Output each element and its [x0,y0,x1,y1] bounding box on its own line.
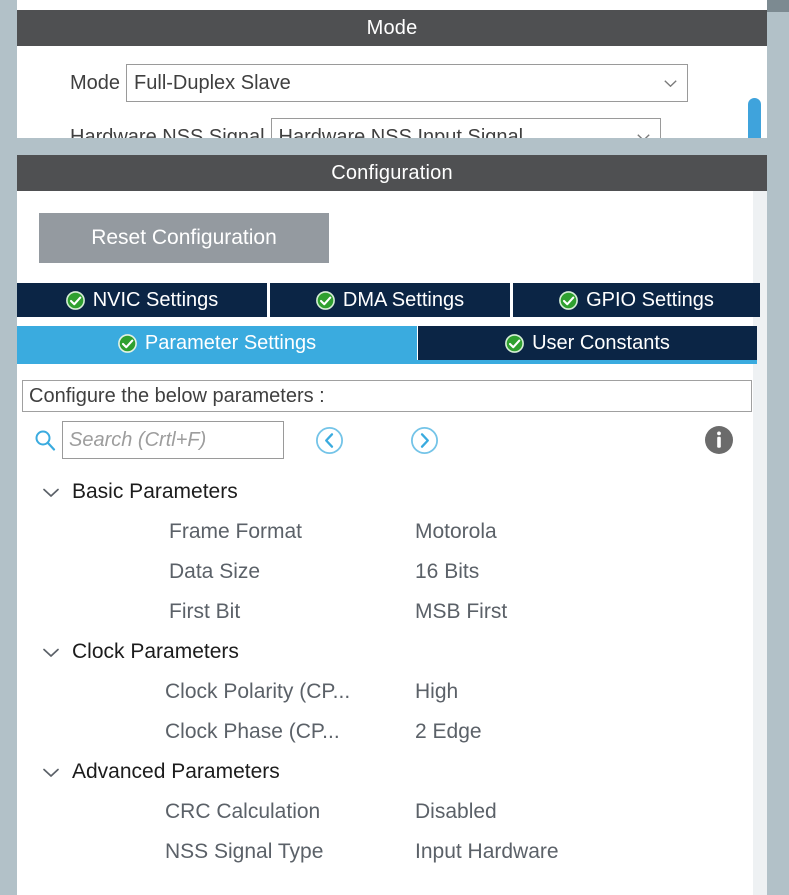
tab-label: User Constants [532,331,670,354]
parameter-value: MSB First [415,600,508,623]
parameter-value: Disabled [415,800,497,823]
tab-nvic-settings[interactable]: NVIC Settings [17,283,267,317]
reset-configuration-button[interactable]: Reset Configuration [39,213,329,263]
chevron-down-icon[interactable] [42,767,60,778]
mode-select-value: Full-Duplex Slave [134,71,291,94]
tree-group-advanced-parameters[interactable]: Advanced Parameters [22,752,752,792]
tree-group-basic-parameters[interactable]: Basic Parameters [22,472,752,512]
tree-group-label: Basic Parameters [72,480,238,503]
tab-gpio-settings[interactable]: GPIO Settings [513,283,760,317]
parameter-value: 16 Bits [415,560,480,583]
parameter-name: First Bit [169,600,241,623]
search-input[interactable] [62,421,284,459]
check-circle-icon [65,290,85,310]
parameter-name: CRC Calculation [165,800,321,823]
check-circle-icon [316,290,335,310]
tab-label: DMA Settings [342,288,465,311]
tree-row[interactable]: Clock Polarity (CP... High [22,672,752,712]
window-top-gap [17,0,767,10]
window-frame-left [0,0,17,895]
parameter-value: 2 Edge [415,720,482,743]
check-circle-icon [559,290,578,310]
mode-panel-title: Mode [17,10,767,46]
parameter-name: Data Size [169,560,261,583]
panel-separator [17,138,767,155]
parameter-value: Motorola [415,520,497,543]
tree-group-label: Clock Parameters [72,640,239,663]
chevron-down-icon [636,134,650,138]
mode-field-label: Mode [70,71,121,94]
tab-label: NVIC Settings [92,288,219,311]
active-tab-underline [17,360,757,364]
info-circle-icon[interactable] [704,425,734,455]
configuration-panel-title: Configuration [17,155,767,191]
configure-hint-banner: Configure the below parameters : [22,380,752,412]
settings-tab-row-primary: NVIC Settings DMA Settings GPIO Settings [17,283,763,317]
window-corner-shadow [767,0,789,12]
nss-field-label: Hardware NSS Signal [70,125,265,139]
parameter-value: Input Hardware [415,840,559,863]
parameter-name: Clock Polarity (CP... [165,680,351,703]
settings-tab-row-secondary: Parameter Settings User Constants [17,326,760,360]
mode-field-row: Mode Full-Duplex Slave [70,64,689,102]
parameter-tree: Basic Parameters Frame Format Motorola D… [22,472,752,887]
app-window: Mode Mode Full-Duplex Slave Hardware NSS… [0,0,789,895]
parameter-search-row [22,416,752,464]
nss-field-row: Hardware NSS Signal Hardware NSS Input S… [70,118,661,138]
mode-select[interactable]: Full-Duplex Slave [126,64,689,102]
check-circle-icon [117,333,137,353]
search-icon[interactable] [34,429,56,451]
tab-label: GPIO Settings [586,288,714,311]
window-frame-right [767,0,789,895]
chevron-down-icon [664,80,677,87]
tree-row[interactable]: Clock Phase (CP... 2 Edge [22,712,752,752]
tab-dma-settings[interactable]: DMA Settings [270,283,510,317]
mode-panel-scrollbar[interactable] [748,98,761,138]
tree-row[interactable]: Frame Format Motorola [22,512,752,552]
chevron-left-circle-icon[interactable] [315,426,344,455]
parameter-name: Clock Phase (CP... [165,720,340,743]
parameter-name: Frame Format [169,520,303,543]
check-circle-icon [505,333,524,353]
chevron-down-icon[interactable] [42,487,60,498]
nss-select-value: Hardware NSS Input Signal [278,125,524,139]
tab-user-constants[interactable]: User Constants [418,326,757,360]
parameter-name: NSS Signal Type [165,840,324,863]
tab-parameter-settings[interactable]: Parameter Settings [17,326,417,360]
tab-label: Parameter Settings [144,331,317,354]
chevron-down-icon[interactable] [42,647,60,658]
nss-select[interactable]: Hardware NSS Input Signal [270,118,661,139]
tree-row[interactable]: Data Size 16 Bits [22,552,752,592]
scrollbar-thumb[interactable] [748,98,761,138]
tree-row[interactable]: CRC Calculation Disabled [22,792,752,832]
mode-panel-body: Mode Full-Duplex Slave Hardware NSS Sign… [17,46,767,138]
chevron-right-circle-icon[interactable] [410,426,439,455]
parameter-value: High [415,680,459,703]
tree-row[interactable]: NSS Signal Type Input Hardware [22,832,752,872]
tree-row[interactable]: First Bit MSB First [22,592,752,632]
tree-group-label: Advanced Parameters [72,760,280,783]
tree-group-clock-parameters[interactable]: Clock Parameters [22,632,752,672]
